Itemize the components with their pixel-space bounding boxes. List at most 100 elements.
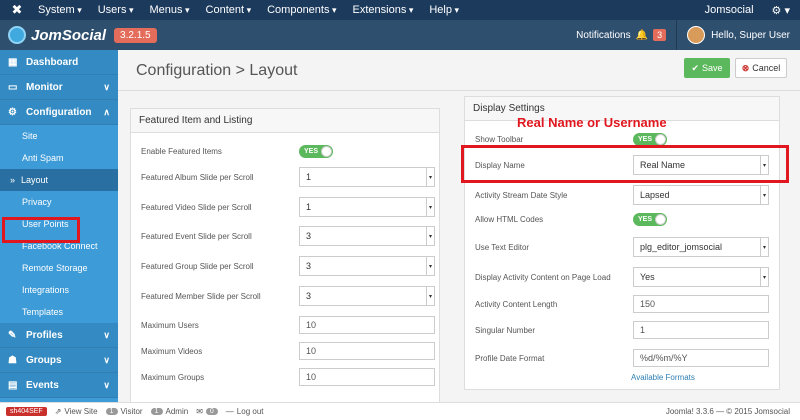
max-users-input[interactable]: 10 — [299, 316, 435, 334]
event-slide-select[interactable]: 3 ▾ — [299, 226, 435, 246]
chevron-down-icon: ▾ — [426, 168, 434, 186]
sidebar-item-label: Layout — [21, 175, 49, 185]
sidebar: ▦ Dashboard ▭ Monitor ∨ ⚙ Configuration … — [0, 50, 118, 402]
page-load-row: Display Activity Content on Page Load Ye… — [475, 267, 769, 287]
page-load-select[interactable]: Yes ▾ — [633, 267, 769, 287]
member-slide-select[interactable]: 3 ▾ — [299, 286, 435, 306]
sh404sef-badge[interactable]: sh404SEF — [6, 407, 47, 416]
sidebar-subitem-privacy[interactable]: Privacy — [0, 191, 118, 213]
singular-number-input[interactable]: 1 — [633, 321, 769, 339]
album-slide-row: Featured Album Slide per Scroll 1 ▾ — [141, 167, 435, 187]
group-slide-select[interactable]: 3 ▾ — [299, 256, 435, 276]
main-content: Configuration > Layout ✔ Save ⊗ Cancel F… — [118, 50, 800, 408]
annotation-text: Real Name or Username — [517, 115, 667, 130]
highlight-box-display-name — [461, 145, 789, 183]
sidebar-item-label: Configuration — [26, 106, 92, 118]
max-videos-input[interactable]: 10 — [299, 342, 435, 360]
date-style-row: Activity Stream Date Style Lapsed ▾ — [475, 185, 769, 205]
user-menu[interactable]: Hello, Super User — [677, 26, 800, 44]
envelope-icon: ✉ — [196, 407, 203, 416]
page-title: Configuration > Layout — [136, 62, 298, 79]
chevron-down-icon: ▾ — [760, 268, 768, 286]
logout-label: Log out — [236, 407, 264, 416]
sidebar-subitem-templates[interactable]: Templates — [0, 301, 118, 323]
joomla-logo-icon[interactable]: ✖ — [6, 2, 28, 18]
chevron-down-icon: ∨ — [103, 81, 110, 92]
select-value: plg_editor_jomsocial — [640, 242, 723, 252]
menu-users[interactable]: Users — [98, 4, 134, 16]
chevron-down-icon: ▾ — [426, 227, 434, 245]
chevron-down-icon: ▾ — [760, 238, 768, 256]
enable-featured-toggle[interactable]: YES — [299, 145, 333, 158]
sidebar-item-groups[interactable]: ☗ Groups ∨ — [0, 348, 118, 373]
sidebar-subitem-integrations[interactable]: Integrations — [0, 279, 118, 301]
minus-icon: — — [225, 407, 234, 416]
notifications-button[interactable]: Notifications 🔔 3 — [566, 20, 678, 50]
menu-extensions[interactable]: Extensions — [353, 4, 414, 16]
video-slide-row: Featured Video Slide per Scroll 1 ▾ — [141, 197, 435, 217]
menu-components[interactable]: Components — [267, 4, 336, 16]
max-groups-input[interactable]: 10 — [299, 368, 435, 386]
toggle-label: YES — [638, 216, 653, 223]
save-button[interactable]: ✔ Save — [684, 58, 730, 78]
select-value: 3 — [306, 291, 312, 301]
date-style-select[interactable]: Lapsed ▾ — [633, 185, 769, 205]
group-slide-label: Featured Group Slide per Scroll — [141, 261, 254, 271]
text-editor-row: Use Text Editor plg_editor_jomsocial ▾ — [475, 237, 769, 257]
album-slide-select[interactable]: 1 ▾ — [299, 167, 435, 187]
max-videos-row: Maximum Videos 10 — [141, 342, 435, 360]
chevron-down-icon: ∨ — [103, 354, 110, 365]
site-name-link[interactable]: Jomsocial — [705, 4, 754, 16]
view-site-link[interactable]: ⇗ View Site — [55, 407, 98, 416]
sidebar-item-configuration[interactable]: ⚙ Configuration ∧ — [0, 100, 118, 125]
edit-icon: ✎ — [8, 329, 17, 341]
text-editor-select[interactable]: plg_editor_jomsocial ▾ — [633, 237, 769, 257]
select-value: Yes — [640, 272, 655, 282]
sidebar-item-monitor[interactable]: ▭ Monitor ∨ — [0, 75, 118, 100]
featured-panel-heading: Featured Item and Listing — [131, 109, 439, 133]
singular-number-row: Singular Number 1 — [475, 321, 769, 339]
toggle-label: YES — [638, 136, 653, 143]
menu-content[interactable]: Content — [206, 4, 252, 16]
menu-menus[interactable]: Menus — [149, 4, 189, 16]
jomsocial-logo[interactable]: JomSocial — [8, 26, 106, 44]
messages-status[interactable]: ✉ 0 — [196, 407, 218, 416]
date-style-label: Activity Stream Date Style — [475, 190, 568, 200]
max-groups-label: Maximum Groups — [141, 372, 205, 382]
sidebar-item-dashboard[interactable]: ▦ Dashboard — [0, 50, 118, 75]
video-slide-label: Featured Video Slide per Scroll — [141, 202, 252, 212]
toggle-knob — [655, 134, 666, 145]
group-slide-row: Featured Group Slide per Scroll 3 ▾ — [141, 256, 435, 276]
gear-icon[interactable]: ⚙ ▾ — [772, 4, 790, 17]
chevron-down-icon: ▾ — [426, 198, 434, 216]
sidebar-subitem-site[interactable]: Site — [0, 125, 118, 147]
logout-link[interactable]: — Log out — [226, 407, 264, 416]
date-format-input[interactable]: %d/%m/%Y — [633, 349, 769, 367]
member-slide-row: Featured Member Slide per Scroll 3 ▾ — [141, 286, 435, 306]
brand-name: JomSocial — [31, 26, 107, 44]
sidebar-item-label: Monitor — [26, 81, 63, 93]
sidebar-item-profiles[interactable]: ✎ Profiles ∨ — [0, 323, 118, 348]
sidebar-subitem-anti-spam[interactable]: Anti Spam — [0, 147, 118, 169]
menu-help[interactable]: Help — [429, 4, 459, 16]
divider — [118, 90, 800, 91]
chevron-down-icon: ∨ — [103, 329, 110, 340]
toggle-label: YES — [304, 148, 319, 155]
singular-number-label: Singular Number — [475, 325, 536, 335]
sidebar-item-events[interactable]: ▤ Events ∨ — [0, 373, 118, 398]
sidebar-subitem-layout[interactable]: » Layout — [0, 169, 118, 191]
menu-system[interactable]: System — [38, 4, 82, 16]
text-editor-label: Use Text Editor — [475, 242, 530, 252]
html-codes-toggle[interactable]: YES — [633, 213, 667, 226]
version-badge: 3.2.1.5 — [114, 27, 157, 43]
available-formats-link[interactable]: Available Formats — [631, 373, 695, 382]
admin-count: 1 — [150, 408, 163, 415]
sidebar-subitem-remote-storage[interactable]: Remote Storage — [0, 257, 118, 279]
cancel-button[interactable]: ⊗ Cancel — [735, 58, 787, 78]
event-slide-row: Featured Event Slide per Scroll 3 ▾ — [141, 226, 435, 246]
video-slide-select[interactable]: 1 ▾ — [299, 197, 435, 217]
external-link-icon: ⇗ — [54, 407, 62, 416]
content-length-input[interactable]: 150 — [633, 295, 769, 313]
select-value: 3 — [306, 261, 312, 271]
highlight-box-layout — [2, 217, 80, 243]
